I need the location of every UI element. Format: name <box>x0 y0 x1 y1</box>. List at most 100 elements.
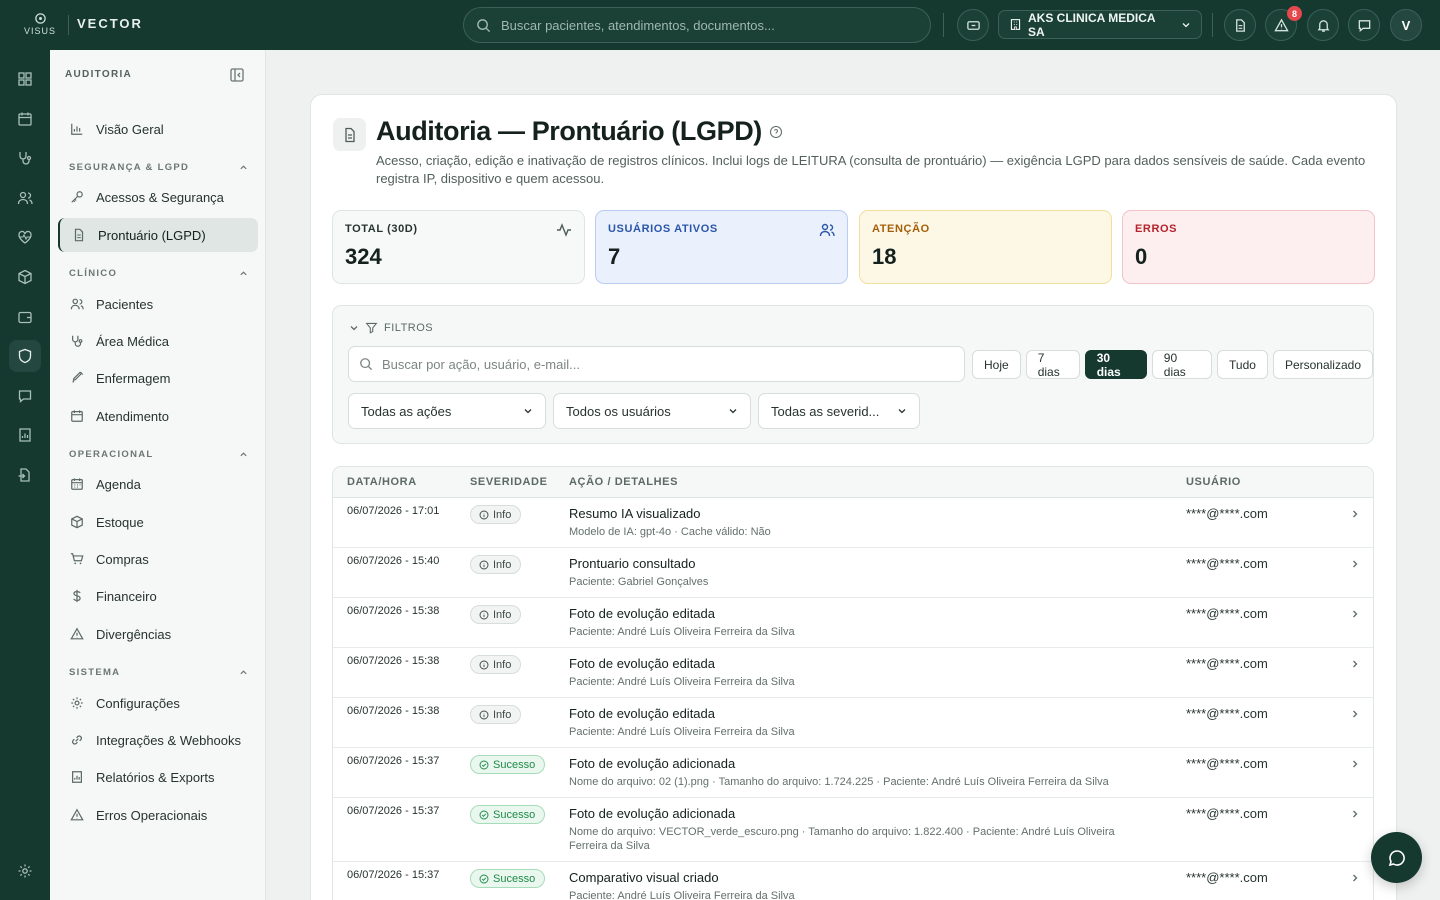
info-icon <box>479 660 489 669</box>
rail-calendar[interactable] <box>9 103 41 135</box>
table-row[interactable]: 06/07/2026 - 15:38 Info Foto de evolução e… <box>333 648 1373 698</box>
rail-wallet[interactable] <box>9 301 41 333</box>
table-row[interactable]: 06/07/2026 - 17:01 Info Resumo IA visualiz… <box>333 498 1373 548</box>
help-button[interactable] <box>769 125 783 139</box>
row-expand-button[interactable] <box>1350 759 1360 769</box>
sidebar-item-financeiro[interactable]: Financeiro <box>58 579 258 613</box>
severity-select[interactable]: Todas as severid... <box>758 393 920 429</box>
rail-audit[interactable] <box>9 340 41 372</box>
actions-select[interactable]: Todas as ações <box>348 393 546 429</box>
row-expand-button[interactable] <box>1350 709 1360 719</box>
table-row[interactable]: 06/07/2026 - 15:37 Sucesso Foto de evoluçã… <box>333 798 1373 862</box>
rail-patients[interactable] <box>9 182 41 214</box>
global-search-input[interactable]: Buscar pacientes, atendimentos, document… <box>463 7 931 43</box>
filter-search-input[interactable]: Buscar por ação, usuário, e-mail... <box>348 346 965 382</box>
logo-mark-icon <box>34 13 46 24</box>
sidebar-item-visao-geral[interactable]: Visão Geral <box>58 112 258 146</box>
column-header-user: USUÁRIO <box>1186 476 1241 488</box>
notifications-button[interactable] <box>1307 9 1339 41</box>
users-icon <box>17 191 33 205</box>
cell-user: ****@****.com <box>1186 756 1268 771</box>
sidebar-item-configuracoes[interactable]: Configurações <box>58 686 258 720</box>
chat-fab-button[interactable] <box>1371 832 1422 883</box>
users-icon <box>819 223 835 237</box>
period-hoje[interactable]: Hoje <box>972 350 1021 379</box>
cell-action: Resumo IA visualizado <box>569 506 701 521</box>
rail-dashboard[interactable] <box>9 63 41 95</box>
row-expand-button[interactable] <box>1350 609 1360 619</box>
sidebar-item-label: Divergências <box>96 626 172 642</box>
sidebar-item-integracoes[interactable]: Integrações & Webhooks <box>58 723 258 757</box>
sidebar-item-relatorios[interactable]: Relatórios & Exports <box>58 760 258 794</box>
filter-icon <box>365 322 378 334</box>
sidebar-item-prontuario[interactable]: Prontuário (LGPD) <box>58 218 258 252</box>
sidebar-item-label: Atendimento <box>96 408 169 424</box>
table-row[interactable]: 06/07/2026 - 15:37 Sucesso Comparativo vis… <box>333 862 1373 900</box>
collapse-sidebar-button[interactable] <box>229 67 245 83</box>
rail-reports[interactable] <box>9 419 41 451</box>
period-tudo[interactable]: Tudo <box>1217 350 1268 379</box>
calendar-grid-icon <box>71 478 83 490</box>
sidebar-item-pacientes[interactable]: Pacientes <box>58 287 258 321</box>
period-30-dias[interactable]: 30 dias <box>1084 350 1147 379</box>
stat-label: TOTAL (30D) <box>345 223 418 235</box>
section-clinico[interactable]: CLÍNICO <box>69 268 248 279</box>
rail-exports[interactable] <box>9 459 41 491</box>
sidebar-item-erros[interactable]: Erros Operacionais <box>58 798 258 832</box>
section-sistema[interactable]: SISTEMA <box>69 667 248 678</box>
row-expand-button[interactable] <box>1350 659 1360 669</box>
sidebar-item-enfermagem[interactable]: Enfermagem <box>58 361 258 395</box>
rail-chat[interactable] <box>9 380 41 412</box>
row-expand-button[interactable] <box>1350 873 1360 883</box>
sidebar-item-acessos[interactable]: Acessos & Segurança <box>58 180 258 214</box>
sidebar-item-area-medica[interactable]: Área Médica <box>58 324 258 358</box>
sidebar-item-compras[interactable]: Compras <box>58 542 258 576</box>
table-row[interactable]: 06/07/2026 - 15:40 Info Prontuario consult… <box>333 548 1373 598</box>
stat-value: 7 <box>608 244 621 269</box>
sidebar-item-divergencias[interactable]: Divergências <box>58 617 258 651</box>
sidebar-collapse-icon <box>230 68 244 82</box>
report-icon <box>19 428 31 442</box>
cell-details: Paciente: André Luís Oliveira Ferreira d… <box>569 890 795 900</box>
filters-toggle[interactable]: FILTROS <box>349 321 433 334</box>
report-icon <box>72 771 82 783</box>
rail-medical[interactable] <box>9 142 41 174</box>
page-icon <box>333 118 366 151</box>
row-expand-button[interactable] <box>1350 809 1360 819</box>
table-row[interactable]: 06/07/2026 - 15:38 Info Foto de evolução e… <box>333 698 1373 748</box>
period-90-dias[interactable]: 90 dias <box>1151 350 1213 379</box>
avatar[interactable]: V <box>1390 9 1422 41</box>
sidebar-item-label: Prontuário (LGPD) <box>98 227 206 243</box>
logo[interactable]: VISUS <box>24 12 56 38</box>
ticket-button[interactable] <box>957 9 989 41</box>
row-expand-button[interactable] <box>1350 509 1360 519</box>
dollar-icon <box>73 589 81 603</box>
filters-title: FILTROS <box>384 321 434 334</box>
check-circle-icon <box>479 760 489 769</box>
table-row[interactable]: 06/07/2026 - 15:38 Info Foto de evolução e… <box>333 598 1373 648</box>
section-seguranca-lgpd[interactable]: SEGURANÇA & LGPD <box>69 162 248 173</box>
table-row[interactable]: 06/07/2026 - 15:37 Sucesso Foto de evoluçã… <box>333 748 1373 798</box>
row-expand-button[interactable] <box>1350 559 1360 569</box>
messages-button[interactable] <box>1348 9 1380 41</box>
sidebar-item-estoque[interactable]: Estoque <box>58 505 258 539</box>
clinic-selector[interactable]: AKS CLINICA MEDICA SA <box>998 10 1202 39</box>
period-7-dias[interactable]: 7 dias <box>1025 350 1080 379</box>
period-personalizado[interactable]: Personalizado <box>1272 350 1373 379</box>
sidebar-item-atendimento[interactable]: Atendimento <box>58 399 258 433</box>
cell-details: Paciente: André Luís Oliveira Ferreira d… <box>569 626 795 638</box>
section-operacional[interactable]: OPERACIONAL <box>69 449 248 460</box>
chevron-down-icon <box>524 409 532 414</box>
chevron-down-icon <box>350 325 358 330</box>
alerts-button[interactable]: 8 <box>1265 6 1302 41</box>
chevron-right-icon <box>1353 874 1358 882</box>
rail-settings[interactable] <box>9 855 41 887</box>
severity-label: Info <box>493 508 512 521</box>
rail-inventory[interactable] <box>9 261 41 293</box>
sidebar-item-agenda[interactable]: Agenda <box>58 467 258 501</box>
cell-datetime: 06/07/2026 - 15:38 <box>347 655 440 667</box>
documents-button[interactable] <box>1224 9 1256 41</box>
rail-health[interactable] <box>9 221 41 253</box>
severity-badge: Info <box>470 605 522 624</box>
users-select[interactable]: Todos os usuários <box>553 393 751 429</box>
